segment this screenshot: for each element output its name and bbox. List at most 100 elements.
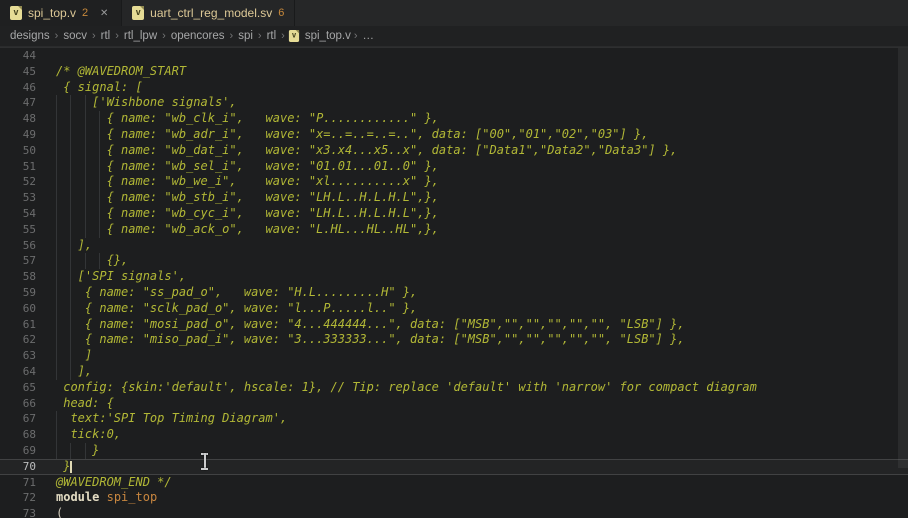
code-line[interactable]: 60 { name: "sclk_pad_o", wave: "l...P...… <box>0 301 908 317</box>
line-number: 49 <box>0 127 36 143</box>
token-cmt: text:'SPI Top Timing Diagram', <box>56 411 287 427</box>
token-kw: module <box>56 490 99 506</box>
breadcrumb-item[interactable]: rtl <box>265 30 279 42</box>
token-cmt: { name: "wb_cyc_i", wave: "LH.L..H.L.H.L… <box>56 206 439 222</box>
chevron-right-icon: › <box>52 30 62 42</box>
code-line[interactable]: 58 ['SPI signals', <box>0 269 908 285</box>
code-text: { name: "wb_clk_i", wave: "P............… <box>56 111 439 127</box>
line-number: 53 <box>0 190 36 206</box>
breadcrumb-item[interactable]: spi <box>236 30 255 42</box>
breadcrumb-item[interactable]: rtl <box>99 30 113 42</box>
line-number: 69 <box>0 443 36 459</box>
code-text: { name: "wb_dat_i", wave: "x3.x4...x5..x… <box>56 143 677 159</box>
breadcrumb-file-label: spi_top.v <box>305 30 351 42</box>
token-cmt: head: { <box>56 396 114 412</box>
token-cmt: ['Wishbone signals', <box>56 95 237 111</box>
chevron-right-icon: › <box>351 30 361 42</box>
code-line[interactable]: 59 { name: "ss_pad_o", wave: "H.L.......… <box>0 285 908 301</box>
token-cmt: { name: "wb_we_i", wave: "xl..........x"… <box>56 174 439 190</box>
breadcrumb-more[interactable]: … <box>361 30 377 42</box>
code-text: module spi_top <box>56 490 157 506</box>
code-text: /* @WAVEDROM_START <box>56 64 186 80</box>
token-cmt: { name: "miso_pad_i", wave: "3...333333.… <box>56 332 685 348</box>
code-text: { name: "wb_we_i", wave: "xl..........x"… <box>56 174 439 190</box>
close-icon[interactable]: ✕ <box>97 6 111 20</box>
code-line[interactable]: 50 { name: "wb_dat_i", wave: "x3.x4...x5… <box>0 143 908 159</box>
line-number: 52 <box>0 174 36 190</box>
code-text: { name: "wb_adr_i", wave: "x=..=..=..=..… <box>56 127 648 143</box>
line-number: 64 <box>0 364 36 380</box>
tab-spi-top[interactable]: v spi_top.v 2 ✕ <box>0 0 122 26</box>
code-line[interactable]: 51 { name: "wb_sel_i", wave: "01.01...01… <box>0 159 908 175</box>
code-line[interactable]: 48 { name: "wb_clk_i", wave: "P.........… <box>0 111 908 127</box>
line-number: 68 <box>0 427 36 443</box>
code-line[interactable]: 72 module spi_top <box>0 490 908 506</box>
line-number: 61 <box>0 317 36 333</box>
token-cmt: { name: "wb_dat_i", wave: "x3.x4...x5..x… <box>56 143 677 159</box>
chevron-right-icon: › <box>255 30 265 42</box>
scrollbar-slider[interactable] <box>898 48 908 468</box>
line-number: 62 <box>0 332 36 348</box>
code-line[interactable]: 62 { name: "miso_pad_i", wave: "3...3333… <box>0 332 908 348</box>
code-line[interactable]: 47 ['Wishbone signals', <box>0 95 908 111</box>
token-cmt: { name: "wb_adr_i", wave: "x=..=..=..=..… <box>56 127 648 143</box>
line-number: 71 <box>0 475 36 491</box>
line-number: 65 <box>0 380 36 396</box>
breadcrumb-file[interactable]: vspi_top.v <box>288 29 351 43</box>
code-line[interactable]: 64 ], <box>0 364 908 380</box>
vertical-scrollbar[interactable] <box>898 48 908 518</box>
code-editor[interactable]: 4445 /* @WAVEDROM_START46 { signal: [47 [… <box>0 47 908 518</box>
tab-uart-ctrl-reg-model[interactable]: v uart_ctrl_reg_model.sv 6 <box>122 0 295 26</box>
code-text: config: {skin:'default', hscale: 1}, // … <box>56 380 757 396</box>
breadcrumb-item[interactable]: designs <box>8 30 52 42</box>
token-cmt: { name: "wb_stb_i", wave: "LH.L..H.L.H.L… <box>56 190 439 206</box>
token-cmt: } <box>56 459 70 475</box>
breadcrumb-item[interactable]: rtl_lpw <box>122 30 159 42</box>
code-line[interactable]: 67 text:'SPI Top Timing Diagram', <box>0 411 908 427</box>
code-text: text:'SPI Top Timing Diagram', <box>56 411 287 427</box>
code-line[interactable]: 73( <box>0 506 908 518</box>
code-line[interactable]: 70 } <box>0 459 908 475</box>
code-line[interactable]: 53 { name: "wb_stb_i", wave: "LH.L..H.L.… <box>0 190 908 206</box>
line-number: 63 <box>0 348 36 364</box>
code-line[interactable]: 49 { name: "wb_adr_i", wave: "x=..=..=..… <box>0 127 908 143</box>
chevron-right-icon: › <box>278 30 288 42</box>
code-line[interactable]: 63 ] <box>0 348 908 364</box>
line-number: 56 <box>0 238 36 254</box>
code-line[interactable]: 56 ], <box>0 238 908 254</box>
code-line[interactable]: 69 } <box>0 443 908 459</box>
line-number: 59 <box>0 285 36 301</box>
code-text: {}, <box>56 253 128 269</box>
line-number: 72 <box>0 490 36 506</box>
code-text: } <box>56 460 70 474</box>
code-line[interactable]: 52 { name: "wb_we_i", wave: "xl.........… <box>0 174 908 190</box>
code-line[interactable]: 46 { signal: [ <box>0 80 908 96</box>
breadcrumb-item[interactable]: socv <box>61 30 89 42</box>
tab-problem-badge: 2 <box>82 7 88 19</box>
token-pl: ( <box>56 506 63 518</box>
code-line[interactable]: 54 { name: "wb_cyc_i", wave: "LH.L..H.L.… <box>0 206 908 222</box>
code-line[interactable]: 57 {}, <box>0 253 908 269</box>
line-number: 58 <box>0 269 36 285</box>
token-cmt: } <box>56 443 99 459</box>
code-text: { signal: [ <box>56 80 143 96</box>
line-number: 48 <box>0 111 36 127</box>
code-line[interactable]: 66 head: { <box>0 396 908 412</box>
code-text: @WAVEDROM_END */ <box>56 475 172 491</box>
line-number: 51 <box>0 159 36 175</box>
code-line[interactable]: 61 { name: "mosi_pad_o", wave: "4...4444… <box>0 317 908 333</box>
token-cmt: { name: "mosi_pad_o", wave: "4...444444.… <box>56 317 685 333</box>
code-line[interactable]: 44 <box>0 48 908 64</box>
code-line[interactable]: 68 tick:0, <box>0 427 908 443</box>
breadcrumb-item[interactable]: opencores <box>169 30 227 42</box>
line-number: 70 <box>0 459 36 475</box>
code-line[interactable]: 65 config: {skin:'default', hscale: 1}, … <box>0 380 908 396</box>
line-number: 50 <box>0 143 36 159</box>
code-lines: 4445 /* @WAVEDROM_START46 { signal: [47 [… <box>0 48 908 518</box>
code-line[interactable]: 55 { name: "wb_ack_o", wave: "L.HL...HL.… <box>0 222 908 238</box>
code-line[interactable]: 71 @WAVEDROM_END */ <box>0 475 908 491</box>
tab-label: uart_ctrl_reg_model.sv <box>150 6 272 20</box>
line-number: 45 <box>0 64 36 80</box>
code-line[interactable]: 45 /* @WAVEDROM_START <box>0 64 908 80</box>
token-cmt: ], <box>56 364 92 380</box>
